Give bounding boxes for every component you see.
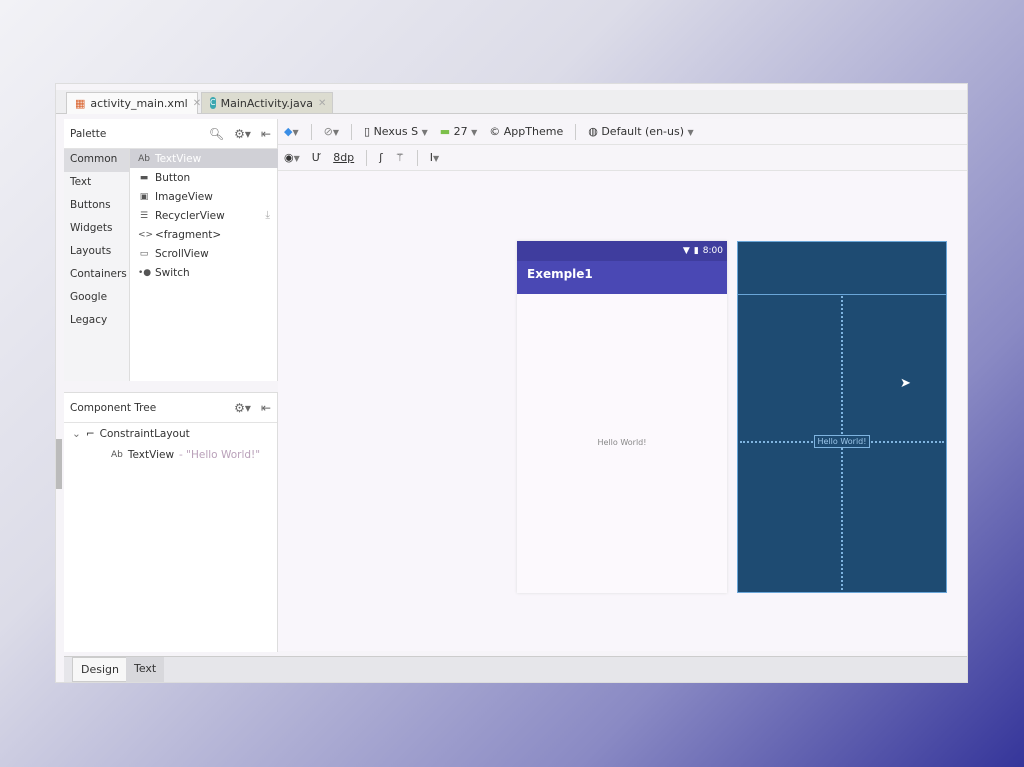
- xml-layout-icon: ▦: [75, 97, 86, 110]
- item-label: Button: [155, 171, 191, 184]
- palette-title: Palette: [70, 127, 107, 140]
- android-studio-window: ▦ activity_main.xml ✕ C MainActivity.java…: [55, 83, 968, 683]
- phone-icon: ▯: [364, 125, 371, 138]
- orientation-icon[interactable]: ⊘▼: [324, 125, 339, 138]
- category-text[interactable]: Text: [64, 172, 129, 195]
- chevron-down-icon[interactable]: ⌄: [72, 428, 81, 440]
- constraint-layout-icon: ⌐: [85, 427, 95, 440]
- list-icon: ☰: [139, 210, 149, 221]
- battery-icon: ▮: [693, 246, 699, 256]
- editor-tab-bar: ▦ activity_main.xml ✕ C MainActivity.java…: [56, 90, 967, 114]
- locale-selector[interactable]: ◍ Default (en-us) ▼: [588, 125, 693, 138]
- hide-panel-icon[interactable]: ⇤: [261, 127, 271, 141]
- code-icon: <>: [138, 229, 154, 240]
- theme-label: AppTheme: [503, 125, 564, 138]
- component-tree-title: Component Tree: [70, 401, 157, 414]
- category-google[interactable]: Google: [64, 287, 129, 310]
- theme-selector[interactable]: © AppTheme: [489, 125, 563, 138]
- design-toolbar-bottom: ◉▼ Ư 8dp ʃ ⚚ I▼: [278, 145, 967, 171]
- palette-item-imageview[interactable]: ▣ ImageView: [130, 187, 278, 206]
- category-widgets[interactable]: Widgets: [64, 218, 129, 241]
- api-selector[interactable]: ▬ 27 ▼: [440, 125, 478, 138]
- node-value: - "Hello World!": [179, 448, 261, 461]
- category-legacy[interactable]: Legacy: [64, 310, 129, 333]
- textview-icon: Ab: [138, 153, 150, 164]
- node-label: TextView: [127, 448, 175, 461]
- wifi-icon: ▼: [682, 246, 690, 256]
- tree-node-textview[interactable]: Ab TextView - "Hello World!": [64, 444, 277, 465]
- item-label: Switch: [155, 266, 190, 279]
- tree-node-constraintlayout[interactable]: ⌄ ⌐ ConstraintLayout: [64, 423, 277, 444]
- design-toolbar-top: ◆▼ ⊘▼ ▯ Nexus S ▼ ▬ 27 ▼ © AppTheme ◍ De…: [278, 119, 967, 145]
- app-title: Exemple1: [527, 267, 593, 281]
- theme-icon: ©: [489, 125, 501, 138]
- locale-label: Default (en-us): [601, 125, 685, 138]
- item-label: <fragment>: [155, 228, 222, 241]
- status-bar: ▼ ▮ 8:00: [517, 241, 727, 261]
- component-tree-panel: Component Tree ⚙▾ ⇤ ⌄ ⌐ ConstraintLayout Ab…: [64, 392, 278, 652]
- device-selector[interactable]: ▯ Nexus S ▼: [364, 125, 428, 138]
- eye-icon[interactable]: ◉▼: [284, 151, 300, 164]
- download-icon[interactable]: ⤓: [265, 209, 270, 222]
- device-label: Nexus S: [373, 125, 419, 138]
- node-label: ConstraintLayout: [99, 427, 190, 440]
- item-label: ImageView: [155, 190, 213, 203]
- blueprint-preview[interactable]: Hello World! ➤: [737, 241, 947, 593]
- switch-icon: •●: [138, 267, 152, 278]
- design-preview[interactable]: ▼ ▮ 8:00 Exemple1 Hello World!: [517, 241, 727, 593]
- mouse-cursor-icon: ➤: [900, 376, 911, 391]
- palette-items: Ab TextView ▬ Button ▣ ImageView ☰ RecyclerV…: [130, 149, 278, 282]
- globe-icon: ◍: [588, 125, 598, 138]
- guidelines-icon[interactable]: I▼: [430, 151, 439, 164]
- gear-icon[interactable]: ⚙▾: [234, 401, 251, 415]
- android-icon: ▬: [439, 125, 451, 138]
- blueprint-textview[interactable]: Hello World!: [814, 435, 870, 448]
- textview-icon: Ab: [111, 449, 123, 460]
- gear-icon[interactable]: ⚙▾: [234, 127, 251, 141]
- status-time: 8:00: [702, 246, 723, 256]
- button-icon: ▬: [139, 172, 149, 183]
- appbar-divider: [738, 294, 946, 295]
- category-common[interactable]: Common: [64, 149, 129, 172]
- category-layouts[interactable]: Layouts: [64, 241, 129, 264]
- tab-label: activity_main.xml: [90, 97, 188, 110]
- tab-mainactivity-java[interactable]: C MainActivity.java ✕: [201, 92, 333, 114]
- palette-item-recyclerview[interactable]: ☰ RecyclerView ⤓: [130, 206, 278, 225]
- category-buttons[interactable]: Buttons: [64, 195, 129, 218]
- search-icon[interactable]: 🔍︎: [209, 127, 224, 141]
- tab-design[interactable]: Design: [72, 657, 128, 682]
- java-class-icon: C: [210, 97, 216, 109]
- item-label: ScrollView: [155, 247, 209, 260]
- item-label: RecyclerView: [155, 209, 225, 222]
- palette-item-scrollview[interactable]: ▭ ScrollView: [130, 244, 278, 263]
- palette-item-button[interactable]: ▬ Button: [130, 168, 278, 187]
- design-editor: ◆▼ ⊘▼ ▯ Nexus S ▼ ▬ 27 ▼ © AppTheme ◍ De…: [278, 119, 967, 651]
- infer-constraints-wand-icon[interactable]: ⚚: [395, 151, 405, 164]
- tab-activity-main-xml[interactable]: ▦ activity_main.xml ✕: [66, 92, 201, 114]
- close-icon[interactable]: ✕: [318, 98, 326, 109]
- left-scrollbar[interactable]: [56, 439, 62, 489]
- scrollview-icon: ▭: [139, 248, 149, 259]
- layers-icon[interactable]: ◆▼: [284, 125, 299, 138]
- clear-constraints-icon[interactable]: ʃ: [379, 151, 383, 164]
- api-label: 27: [453, 125, 468, 138]
- hello-world-textview[interactable]: Hello World!: [517, 438, 727, 447]
- app-bar: ▼ ▮ 8:00 Exemple1: [517, 241, 727, 294]
- default-margin-button[interactable]: 8dp: [333, 151, 354, 164]
- palette-item-textview[interactable]: Ab TextView: [130, 149, 278, 168]
- palette-item-fragment[interactable]: <> <fragment>: [130, 225, 278, 244]
- tab-label: MainActivity.java: [220, 96, 313, 110]
- palette-categories: Common Text Buttons Widgets Layouts Cont…: [64, 149, 130, 381]
- image-icon: ▣: [139, 191, 149, 202]
- palette-item-switch[interactable]: •● Switch: [130, 263, 278, 282]
- category-containers[interactable]: Containers: [64, 264, 129, 287]
- close-icon[interactable]: ✕: [193, 98, 201, 109]
- editor-mode-tabs: Design Text: [64, 656, 967, 682]
- tab-text[interactable]: Text: [126, 657, 165, 682]
- palette-panel: Palette 🔍︎ ⚙▾ ⇤ Common Text Buttons Widget…: [64, 119, 278, 381]
- hide-panel-icon[interactable]: ⇤: [261, 401, 271, 415]
- item-label: TextView: [155, 152, 202, 165]
- autoconnect-magnet-icon[interactable]: Ư: [312, 151, 321, 164]
